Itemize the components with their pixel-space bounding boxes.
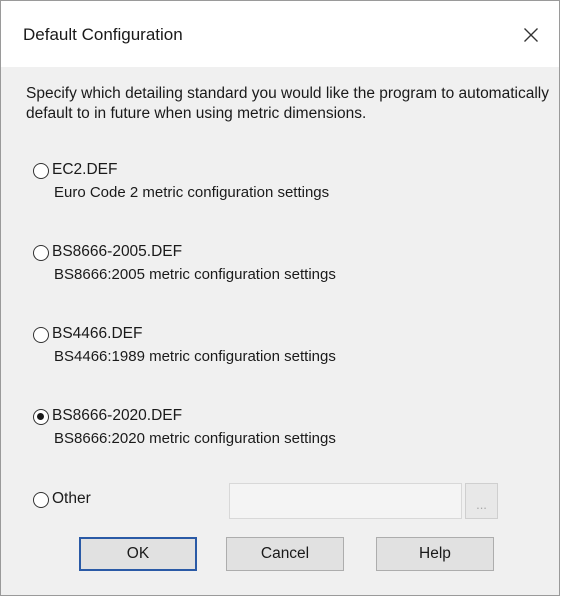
title-bar: Default Configuration <box>1 1 559 67</box>
dialog-title: Default Configuration <box>23 25 183 44</box>
option-description-ec2: Euro Code 2 metric configuration setting… <box>54 184 330 201</box>
option-bs8666-2005[interactable]: BS8666-2005.DEF BS8666:2005 metric confi… <box>1 242 559 292</box>
option-bs4466[interactable]: BS4466.DEF BS4466:1989 metric configurat… <box>1 324 559 374</box>
help-button[interactable]: Help <box>376 537 494 571</box>
radio-bs8666-2005[interactable] <box>33 245 49 261</box>
option-label-other[interactable]: Other <box>52 490 91 508</box>
dialog-description: Specify which detailing standard you wou… <box>26 85 549 122</box>
option-label-bs8666-2005[interactable]: BS8666-2005.DEF <box>52 243 182 261</box>
browse-button[interactable]: ... <box>465 483 498 519</box>
default-configuration-dialog: Default Configuration Specify which deta… <box>0 0 560 596</box>
option-ec2[interactable]: EC2.DEF Euro Code 2 metric configuration… <box>1 160 559 210</box>
option-bs8666-2020[interactable]: BS8666-2020.DEF BS8666:2020 metric confi… <box>1 406 559 456</box>
option-description-bs8666-2020: BS8666:2020 metric configuration setting… <box>54 430 336 447</box>
cancel-button[interactable]: Cancel <box>226 537 344 571</box>
option-description-bs8666-2005: BS8666:2005 metric configuration setting… <box>54 266 336 283</box>
radio-bs4466[interactable] <box>33 327 49 343</box>
radio-other[interactable] <box>33 492 49 508</box>
dialog-content: Specify which detailing standard you wou… <box>1 67 559 595</box>
option-label-bs8666-2020[interactable]: BS8666-2020.DEF <box>52 407 182 425</box>
close-button[interactable] <box>511 15 551 55</box>
radio-bs8666-2020[interactable] <box>33 409 49 425</box>
option-description-bs4466: BS4466:1989 metric configuration setting… <box>54 348 336 365</box>
option-label-ec2[interactable]: EC2.DEF <box>52 161 117 179</box>
other-path-input[interactable] <box>229 483 462 519</box>
ok-button[interactable]: OK <box>79 537 197 571</box>
radio-ec2[interactable] <box>33 163 49 179</box>
option-label-bs4466[interactable]: BS4466.DEF <box>52 325 142 343</box>
close-icon <box>524 28 538 42</box>
